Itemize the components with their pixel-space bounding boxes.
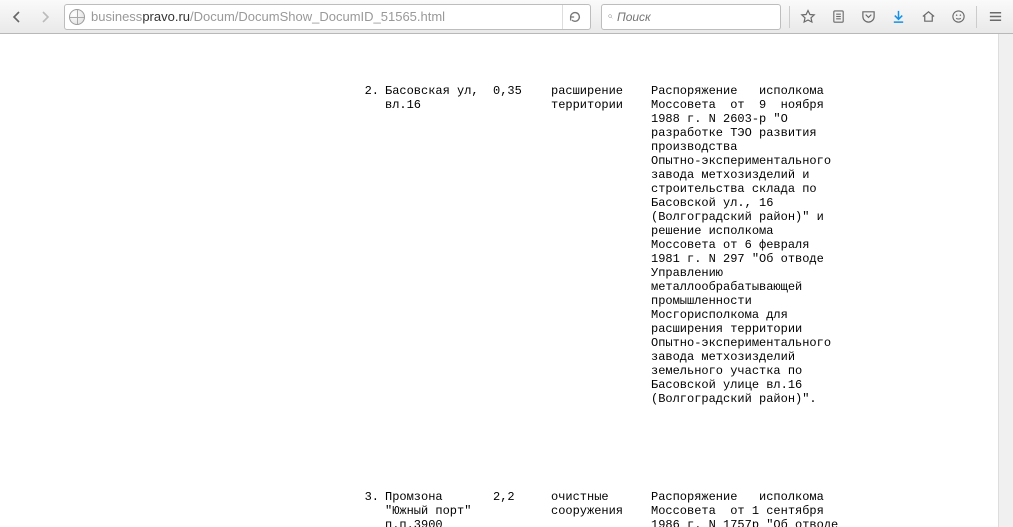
downloads-button[interactable] xyxy=(884,4,912,30)
clipboard-icon xyxy=(831,9,846,24)
url-bar[interactable]: businesspravo.ru/Docum/DocumShow_DocumID… xyxy=(64,4,591,30)
chat-button[interactable] xyxy=(944,4,972,30)
scrollbar[interactable] xyxy=(998,34,1013,527)
separator xyxy=(789,6,790,28)
browser-toolbar: businesspravo.ru/Docum/DocumShow_DocumID… xyxy=(0,0,1013,34)
home-icon xyxy=(921,9,936,24)
search-box[interactable] xyxy=(601,4,781,30)
home-button[interactable] xyxy=(914,4,942,30)
star-icon xyxy=(800,9,816,25)
search-input[interactable] xyxy=(617,10,774,24)
reload-button[interactable] xyxy=(562,5,586,29)
back-button[interactable] xyxy=(4,4,30,30)
pocket-icon xyxy=(861,9,876,24)
page-content: 2. Басовская ул, вл.16 0,35 расширение т… xyxy=(0,34,1013,527)
col-address: Басовская ул, вл.16 xyxy=(385,84,493,406)
col-number: 2. xyxy=(355,84,385,406)
pocket-button[interactable] xyxy=(854,4,882,30)
col-value: 0,35 xyxy=(493,84,551,406)
col-type: очистные сооружения xyxy=(551,490,651,527)
separator xyxy=(976,6,977,28)
col-decree: Распоряжение исполкома Моссовета от 9 но… xyxy=(651,84,836,406)
col-number: 3. xyxy=(355,490,385,527)
arrow-right-icon xyxy=(37,9,53,25)
search-icon xyxy=(608,10,613,23)
download-arrow-icon xyxy=(891,9,906,24)
url-text: businesspravo.ru/Docum/DocumShow_DocumID… xyxy=(91,9,562,24)
smiley-icon xyxy=(951,9,966,24)
reload-icon xyxy=(568,10,582,24)
document-text: 2. Басовская ул, вл.16 0,35 расширение т… xyxy=(355,56,836,527)
col-value: 2,2 xyxy=(493,490,551,527)
reading-list-button[interactable] xyxy=(824,4,852,30)
col-type: расширение территории xyxy=(551,84,651,406)
bookmark-star-button[interactable] xyxy=(794,4,822,30)
globe-icon xyxy=(69,9,85,25)
col-decree: Распоряжение исполкома Моссовета от 1 се… xyxy=(651,490,836,527)
menu-button[interactable] xyxy=(981,4,1009,30)
col-address: Промзона "Южный порт" п.п.3900 xyxy=(385,490,493,527)
arrow-left-icon xyxy=(9,9,25,25)
forward-button xyxy=(32,4,58,30)
table-row: 2. Басовская ул, вл.16 0,35 расширение т… xyxy=(355,84,836,406)
hamburger-icon xyxy=(988,9,1003,24)
table-row: 3. Промзона "Южный порт" п.п.3900 2,2 оч… xyxy=(355,490,836,527)
